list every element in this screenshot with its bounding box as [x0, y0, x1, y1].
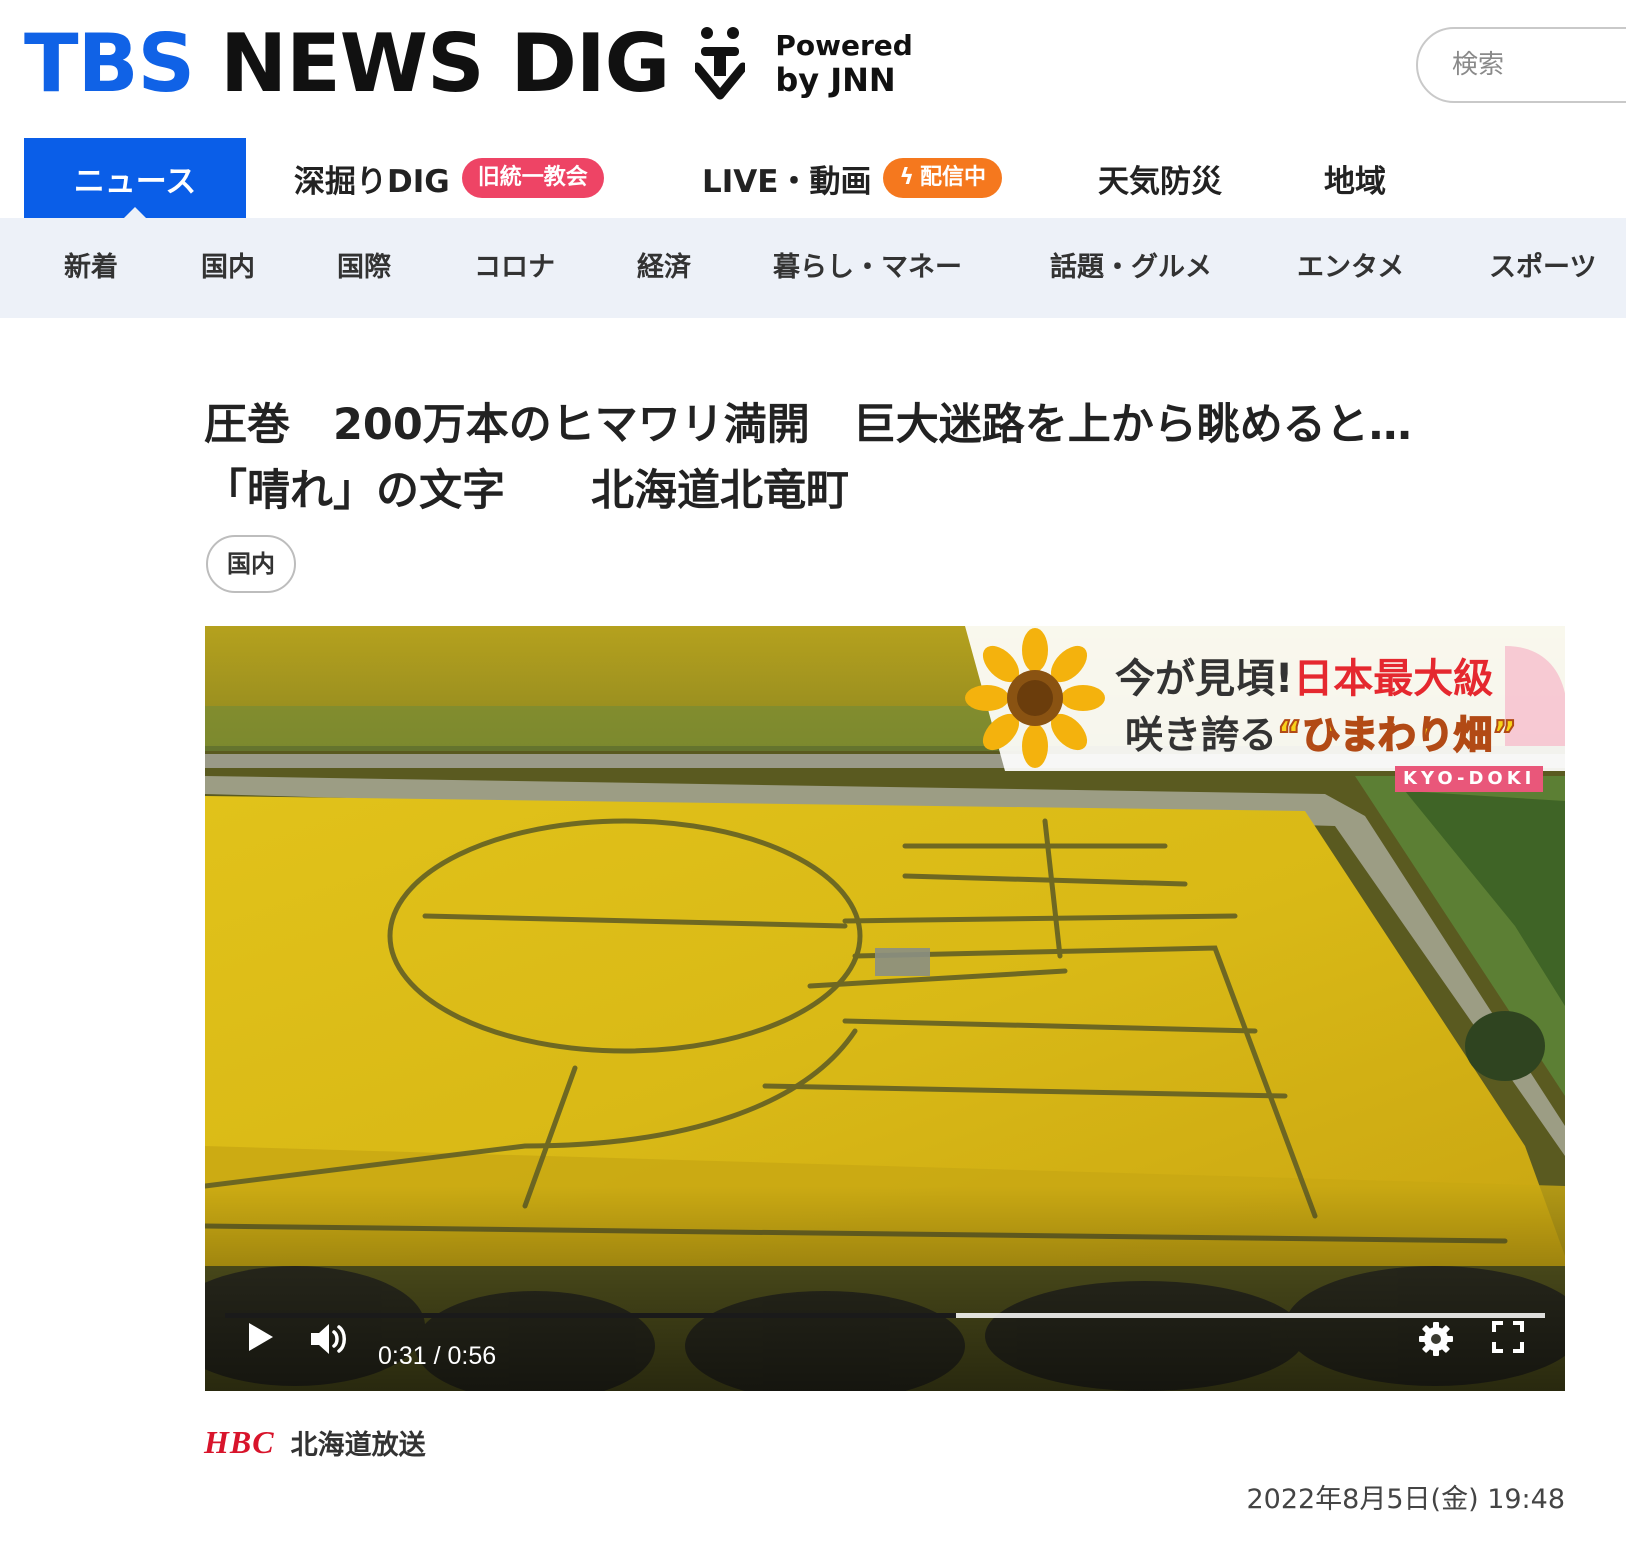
video-overlay-line2: 咲き誇る“ひまわり畑”: [1125, 704, 1518, 759]
subnav-item-international[interactable]: 国際: [337, 218, 391, 318]
fullscreen-icon: [1492, 1321, 1524, 1353]
article-title-line2: 「晴れ」の文字 北海道北竜町: [204, 466, 849, 516]
video-overlay-line1: 今が見頃!日本最大級: [1115, 646, 1493, 704]
subnav-item-corona[interactable]: コロナ: [474, 218, 555, 318]
nav-tab-label: 地域: [1324, 163, 1386, 200]
category-tag[interactable]: 国内: [206, 535, 296, 593]
nav-tab-weather[interactable]: 天気防災: [1098, 138, 1222, 218]
article-title-line1: 圧巻 200万本のヒマワリ満開 巨大迷路を上から眺めると…: [204, 400, 1412, 450]
nav-tab-fukabori-dig[interactable]: 深掘りDIG 旧統一教会: [294, 138, 604, 218]
article-source[interactable]: HBC 北海道放送: [204, 1420, 426, 1464]
search-input[interactable]: [1416, 27, 1626, 103]
nav-tab-label: 深掘りDIG: [294, 163, 450, 200]
subnav-item-economy[interactable]: 経済: [637, 218, 691, 318]
logo-tbs-text: TBS: [24, 17, 195, 110]
nav-tab-label: LIVE・動画: [702, 163, 872, 200]
nav-tab-label: ニュース: [73, 163, 197, 200]
hbc-logo: HBC: [204, 1423, 275, 1460]
video-progress-fill: [225, 1313, 957, 1318]
nav-tab-news[interactable]: ニュース: [24, 138, 246, 219]
article-title: 圧巻 200万本のヒマワリ満開 巨大迷路を上から眺めると… 「晴れ」の文字 北海…: [204, 392, 1564, 524]
by-jnn-text: by JNN: [775, 61, 896, 99]
nav-badge-live-now: ϟ 配信中: [883, 158, 1002, 198]
play-icon: [249, 1323, 273, 1351]
overlay-text-japan-largest: 日本最大級: [1293, 656, 1494, 702]
powered-text: Powered: [775, 29, 913, 62]
dig-shovel-icon: [695, 27, 746, 100]
subnav-item-life-money[interactable]: 暮らし・マネー: [773, 218, 962, 318]
logo-news-dig-text: NEWS DIG: [220, 17, 670, 110]
subnav-item-topics-gourmet[interactable]: 話題・グルメ: [1050, 218, 1212, 318]
overlay-program-tag: KYO-DOKI: [1395, 766, 1544, 792]
nav-tab-live-video[interactable]: LIVE・動画 ϟ 配信中: [702, 138, 1002, 218]
published-date: 2022年8月5日(金) 19:48: [1246, 1484, 1565, 1515]
subnav-item-sports[interactable]: スポーツ: [1489, 218, 1596, 318]
video-controls: 0:31 / 0:56: [205, 1321, 1565, 1391]
subnav-item-new[interactable]: 新着: [64, 218, 118, 318]
nav-badge-unification-church: 旧統一教会: [461, 158, 604, 198]
sunflower-icon: [965, 628, 1105, 768]
live-badge-label: 配信中: [919, 165, 986, 190]
gear-icon: [1419, 1322, 1453, 1356]
powered-by-jnn: Powered by JNN: [775, 29, 913, 99]
overlay-text-now-in-season: 今が見頃!: [1115, 656, 1294, 702]
volume-icon: [311, 1324, 346, 1354]
site-logo[interactable]: TBS NEWS DIG Powered by JNN: [24, 22, 913, 106]
sub-nav: 新着 国内 国際 コロナ 経済 暮らし・マネー 話題・グルメ エンタメ スポーツ: [0, 218, 1626, 318]
video-time-display: 0:31 / 0:56: [378, 1342, 497, 1370]
subnav-item-domestic[interactable]: 国内: [201, 218, 255, 318]
video-progress-bar[interactable]: [225, 1313, 1545, 1318]
nav-tab-region[interactable]: 地域: [1324, 138, 1386, 218]
lightning-icon: ϟ: [899, 165, 914, 190]
main-nav: ニュース 深掘りDIG 旧統一教会 LIVE・動画 ϟ 配信中 天気防災 地域: [0, 138, 1626, 219]
subnav-item-entertainment[interactable]: エンタメ: [1297, 218, 1404, 318]
site-header: TBS NEWS DIG Powered by JNN: [0, 0, 1626, 135]
nav-tab-label: 天気防災: [1098, 163, 1222, 200]
video-player[interactable]: 今が見頃!日本最大級 咲き誇る“ひまわり畑” KYO-DOKI 0:31 / 0…: [205, 626, 1565, 1391]
broadcaster-name: 北海道放送: [290, 1429, 426, 1461]
overlay-text-sunflower-field: “ひまわり畑”: [1276, 712, 1518, 758]
overlay-text-blooming: 咲き誇る: [1125, 713, 1278, 757]
